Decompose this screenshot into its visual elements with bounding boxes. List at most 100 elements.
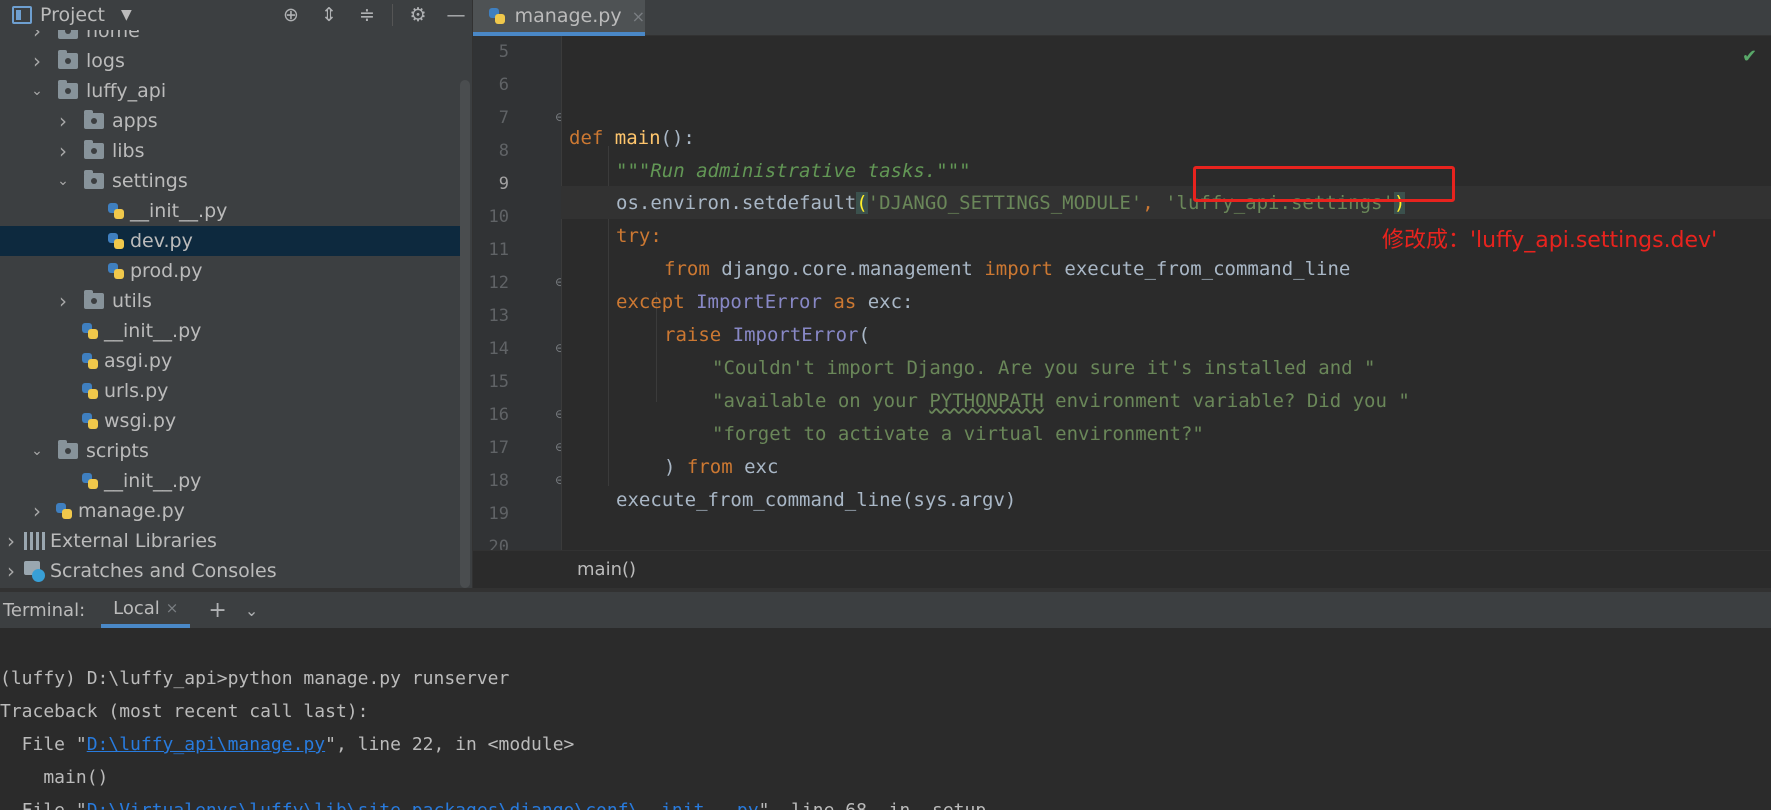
- chevron-right-icon[interactable]: ›: [56, 139, 70, 163]
- keyword: def: [569, 126, 604, 149]
- collapse-all-icon[interactable]: ≑: [348, 4, 386, 26]
- tree-item[interactable]: __init__.py: [0, 196, 460, 226]
- line-number: 9: [498, 174, 509, 194]
- tree-item[interactable]: › manage.py: [0, 496, 460, 526]
- tree-item[interactable]: › home: [0, 30, 460, 46]
- code-text: :: [650, 224, 662, 247]
- python-file-icon: [487, 6, 507, 26]
- project-panel: Project ▼ ⊕ ⇕ ≑ ⚙ — › home › logs ⌄ luffy_api…: [0, 0, 472, 588]
- locate-icon[interactable]: ⊕: [272, 4, 310, 26]
- tree-item[interactable]: prod.py: [0, 256, 460, 286]
- code-text: exc: [732, 455, 779, 478]
- line-number: 15: [488, 372, 509, 392]
- tree-item[interactable]: ⌄ settings: [0, 166, 460, 196]
- tree-item[interactable]: › utils: [0, 286, 460, 316]
- terminal-text: ", line 22, in <module>: [325, 734, 575, 755]
- chevron-right-icon[interactable]: ›: [30, 30, 44, 43]
- keyword: except: [616, 290, 685, 313]
- folder-icon: [84, 170, 104, 189]
- python-file-icon: [54, 501, 74, 521]
- line-number: 19: [488, 504, 509, 524]
- code-line-17: ) from exc: [664, 450, 778, 483]
- inspection-ok-icon[interactable]: ✔: [1742, 46, 1757, 67]
- chevron-right-icon[interactable]: ›: [56, 289, 70, 313]
- tree-item[interactable]: dev.py: [0, 226, 460, 256]
- file-link[interactable]: D:\luffy_api\manage.py: [87, 734, 325, 755]
- keyword: import: [984, 257, 1053, 280]
- tree-item[interactable]: urls.py: [0, 376, 460, 406]
- terminal-output[interactable]: (luffy) D:\luffy_api>python manage.py ru…: [0, 628, 1771, 810]
- line-number: 8: [498, 141, 509, 161]
- tree-item-label: __init__.py: [130, 200, 228, 222]
- tree-item[interactable]: __init__.py: [0, 466, 460, 496]
- folder-icon: [84, 110, 104, 129]
- code-line-12: except ImportError as exc:: [616, 285, 913, 318]
- hide-icon[interactable]: —: [437, 4, 475, 26]
- tree-item-label: wsgi.py: [104, 410, 177, 432]
- file-link[interactable]: D:\Virtualenvs\luffy\lib\site-packages\d…: [87, 800, 759, 810]
- gear-icon[interactable]: ⚙: [399, 4, 437, 26]
- highlight-box: [1193, 166, 1455, 202]
- chevron-right-icon[interactable]: ›: [30, 49, 44, 73]
- line-number: 13: [488, 306, 509, 326]
- code-text: exc:: [856, 290, 914, 313]
- tree-item[interactable]: asgi.py: [0, 346, 460, 376]
- code-text: execute_from_command_line: [1052, 257, 1351, 280]
- folder-icon: [58, 50, 78, 69]
- chevron-right-icon[interactable]: ›: [4, 559, 18, 583]
- python-file-icon: [80, 351, 100, 371]
- chevron-down-icon[interactable]: ⌄: [30, 443, 44, 459]
- chevron-down-icon[interactable]: ⌄: [56, 173, 70, 189]
- line-number: 14: [488, 339, 509, 359]
- folder-icon: [84, 290, 104, 309]
- tree-item[interactable]: wsgi.py: [0, 406, 460, 436]
- terminal-line: (luffy) D:\luffy_api>python manage.py ru…: [0, 668, 510, 689]
- plus-icon[interactable]: +: [208, 598, 226, 623]
- code-editor[interactable]: def main (): """Run administrative tasks.…: [561, 36, 1771, 550]
- tree-item-label: prod.py: [130, 260, 203, 282]
- folder-icon: [84, 140, 104, 159]
- breadcrumb-item[interactable]: main(): [577, 559, 636, 580]
- chevron-down-icon[interactable]: ⌄: [245, 601, 258, 620]
- tree-item[interactable]: ⌄ luffy_api: [0, 76, 460, 106]
- scratches-icon: [24, 561, 46, 582]
- expand-all-icon[interactable]: ⇕: [310, 4, 348, 26]
- breadcrumb: main(): [473, 550, 1771, 588]
- tree-item-label: scripts: [86, 440, 149, 462]
- code-text: os.environ.setdefault: [616, 191, 857, 214]
- tree-item-label: utils: [112, 290, 152, 312]
- tree-item[interactable]: › libs: [0, 136, 460, 166]
- chevron-down-icon[interactable]: ⌄: [30, 83, 44, 99]
- tree-item[interactable]: › External Libraries: [0, 526, 460, 556]
- chevron-down-icon[interactable]: ▼: [121, 7, 132, 23]
- tree-item-label: home: [86, 30, 140, 42]
- tree-item[interactable]: › apps: [0, 106, 460, 136]
- line-number: 17: [488, 438, 509, 458]
- tree-item-label: dev.py: [130, 230, 193, 252]
- tree-item-label: External Libraries: [50, 530, 217, 552]
- tree-item-label: asgi.py: [104, 350, 173, 372]
- keyword: try: [616, 224, 651, 247]
- chevron-right-icon[interactable]: ›: [30, 499, 44, 523]
- terminal-tab-local[interactable]: Local ×: [101, 592, 191, 628]
- line-number: 16: [488, 405, 509, 425]
- chevron-right-icon[interactable]: ›: [4, 529, 18, 553]
- class-name: ImportError: [732, 323, 859, 346]
- chevron-right-icon[interactable]: ›: [56, 109, 70, 133]
- python-file-icon: [80, 381, 100, 401]
- tree-item[interactable]: __init__.py: [0, 316, 460, 346]
- editor-tab-manage-py[interactable]: manage.py ×: [473, 0, 645, 36]
- project-tree-scrollbar[interactable]: [460, 80, 470, 588]
- editor-tab-label: manage.py: [514, 5, 622, 27]
- class-name: ImportError: [696, 290, 822, 313]
- terminal-title: Terminal:: [3, 599, 86, 621]
- project-panel-title[interactable]: Project: [40, 4, 105, 26]
- tree-item[interactable]: ⌄ scripts: [0, 436, 460, 466]
- terminal-text: File ": [0, 800, 87, 810]
- indent-guide: [561, 36, 562, 550]
- close-icon[interactable]: ×: [166, 599, 179, 617]
- tree-item-label: manage.py: [78, 500, 185, 522]
- close-icon[interactable]: ×: [632, 7, 645, 26]
- tree-item[interactable]: › logs: [0, 46, 460, 76]
- tree-item[interactable]: › Scratches and Consoles: [0, 556, 460, 586]
